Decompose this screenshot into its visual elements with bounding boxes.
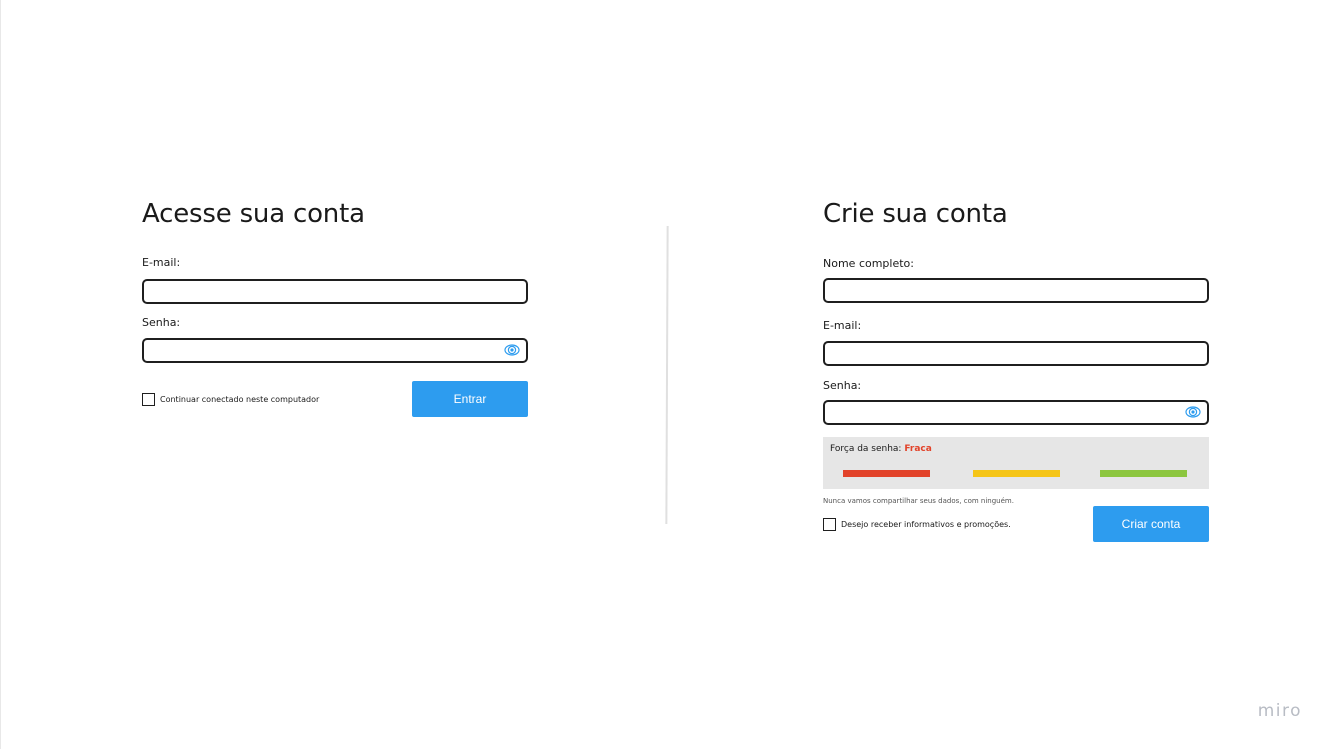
eye-icon[interactable] — [1185, 405, 1201, 419]
login-form: Acesse sua conta E-mail: Senha: Continua… — [142, 196, 528, 417]
login-email-field[interactable] — [142, 279, 528, 304]
strength-bar-weak — [843, 470, 930, 477]
login-submit-button[interactable]: Entrar — [412, 381, 528, 417]
signup-submit-button[interactable]: Criar conta — [1093, 506, 1209, 542]
remember-me-checkbox[interactable] — [142, 393, 155, 406]
signup-name-input[interactable] — [825, 281, 1165, 302]
signup-password-input[interactable] — [825, 403, 1165, 424]
eye-icon[interactable] — [504, 343, 520, 357]
signup-password-field[interactable] — [823, 400, 1209, 425]
signup-email-label: E-mail: — [823, 319, 862, 332]
strength-bar-strong — [1100, 470, 1187, 477]
signup-form: Crie sua conta Nome completo: E-mail: Se… — [823, 196, 1209, 542]
signup-email-field[interactable] — [823, 341, 1209, 366]
remember-me-checkbox-row[interactable]: Continuar conectado neste computador — [142, 393, 319, 406]
panel-divider — [665, 225, 669, 525]
login-password-field[interactable] — [142, 338, 528, 363]
signup-name-label: Nome completo: — [823, 257, 914, 270]
login-email-label: E-mail: — [142, 256, 181, 269]
newsletter-checkbox-row[interactable]: Desejo receber informativos e promoções. — [823, 518, 1011, 531]
board-frame: Acesse sua conta E-mail: Senha: Continua… — [0, 0, 1332, 749]
remember-me-label: Continuar conectado neste computador — [160, 394, 320, 404]
signup-title: Crie sua conta — [823, 199, 1008, 229]
login-password-input[interactable] — [144, 341, 484, 362]
newsletter-checkbox[interactable] — [823, 518, 836, 531]
login-email-input[interactable] — [144, 282, 484, 303]
password-strength-meter: Força da senha: Fraca — [823, 437, 1209, 489]
privacy-note: Nunca vamos compartilhar seus dados, com… — [823, 497, 1014, 505]
password-strength-value: Fraca — [904, 444, 932, 454]
strength-bar-medium — [973, 470, 1060, 477]
login-password-label: Senha: — [142, 316, 181, 329]
miro-logo: miro — [1257, 701, 1302, 721]
login-title: Acesse sua conta — [142, 199, 365, 229]
newsletter-label: Desejo receber informativos e promoções. — [841, 519, 1011, 529]
password-strength-text: Força da senha: Fraca — [830, 443, 932, 455]
signup-name-field[interactable] — [823, 278, 1209, 303]
signup-password-label: Senha: — [823, 379, 862, 392]
password-strength-label: Força da senha: — [830, 444, 902, 454]
signup-email-input[interactable] — [825, 344, 1165, 365]
